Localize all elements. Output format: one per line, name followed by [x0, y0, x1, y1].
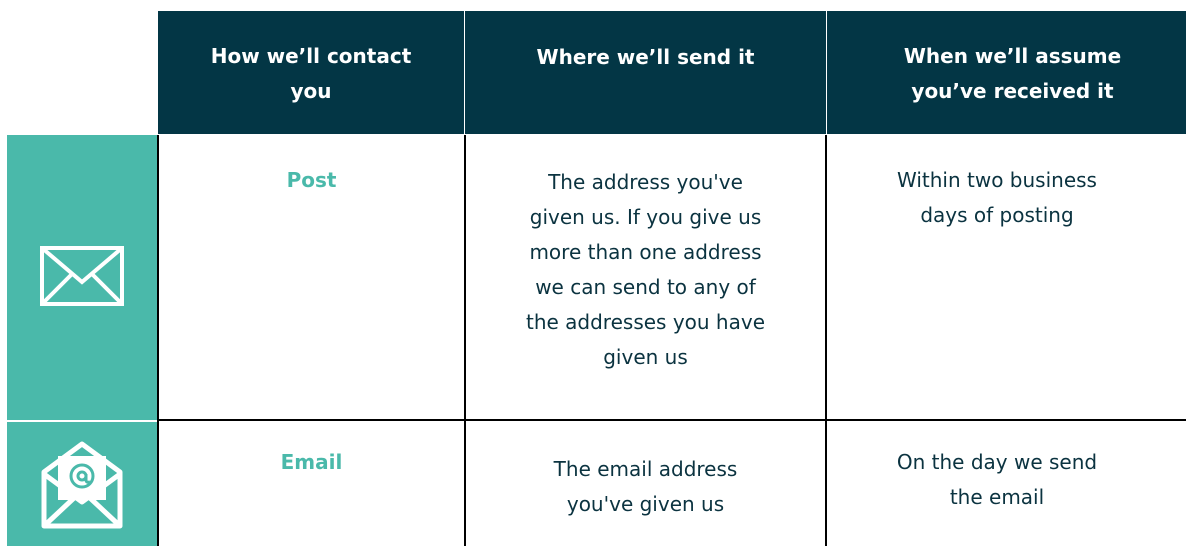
text-line: The email address: [553, 457, 738, 481]
header-how-we-contact-line1: How we’ll contact: [210, 44, 412, 68]
post-when-text: Within two business days of posting: [827, 163, 1167, 233]
header-when-received-line2: you’ve received it: [911, 79, 1114, 103]
contact-methods-table: How we’ll contact you Where we’ll send i…: [0, 0, 1186, 546]
method-email: Email: [159, 445, 464, 480]
text-line: days of posting: [920, 203, 1074, 227]
text-line: The address you've: [548, 170, 743, 194]
text-line: given us. If you give us: [529, 205, 762, 229]
text-line: you've given us: [566, 492, 725, 516]
text-line: On the day we send: [896, 450, 1098, 474]
row-divider: [158, 419, 1186, 421]
text-line: we can send to any of: [535, 275, 756, 299]
header-how-we-contact: How we’ll contact you: [158, 11, 464, 134]
header-where-we-send-text: Where we’ll send it: [536, 45, 755, 69]
email-where-text: The email address you've given us: [466, 452, 825, 522]
header-when-received-line1: When we’ll assume: [903, 44, 1122, 68]
header-when-received: When we’ll assume you’ve received it: [827, 11, 1186, 134]
header-where-we-send: Where we’ll send it: [465, 11, 826, 134]
text-line: the email: [949, 485, 1045, 509]
text-line: Within two business: [897, 168, 1097, 192]
email-when-text: On the day we send the email: [827, 445, 1167, 515]
text-line: given us: [603, 345, 688, 369]
method-post-label: Post: [286, 168, 337, 192]
envelope-icon: [40, 246, 124, 306]
email-icon-cell: [7, 422, 157, 546]
method-post: Post: [159, 163, 464, 198]
header-how-we-contact-line2: you: [290, 79, 332, 103]
email-at-envelope-icon: [41, 441, 123, 529]
text-line: more than one address: [529, 240, 762, 264]
text-line: the addresses you have: [525, 310, 765, 334]
post-where-text: The address you've given us. If you give…: [466, 165, 825, 375]
method-email-label: Email: [280, 450, 343, 474]
post-icon-cell: [7, 135, 157, 420]
